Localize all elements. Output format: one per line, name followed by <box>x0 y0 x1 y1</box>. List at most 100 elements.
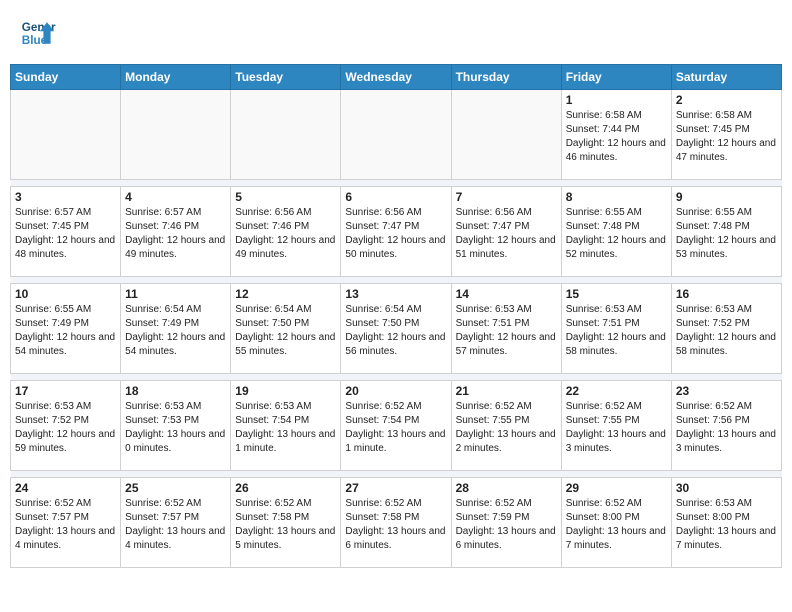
day-number: 14 <box>456 287 557 301</box>
day-number: 7 <box>456 190 557 204</box>
calendar-cell: 13 Sunrise: 6:54 AMSunset: 7:50 PMDayligh… <box>341 284 451 374</box>
day-info: Sunrise: 6:52 AMSunset: 7:57 PMDaylight:… <box>15 497 116 553</box>
calendar-cell: 12 Sunrise: 6:54 AMSunset: 7:50 PMDayligh… <box>231 284 341 374</box>
day-info: Sunrise: 6:58 AMSunset: 7:45 PMDaylight:… <box>676 109 777 165</box>
calendar-week-1: 1 Sunrise: 6:58 AMSunset: 7:44 PMDaylight… <box>11 90 782 180</box>
day-number: 4 <box>125 190 226 204</box>
day-info: Sunrise: 6:52 AMSunset: 7:59 PMDaylight:… <box>456 497 557 553</box>
calendar-cell: 11 Sunrise: 6:54 AMSunset: 7:49 PMDayligh… <box>121 284 231 374</box>
calendar-cell: 2 Sunrise: 6:58 AMSunset: 7:45 PMDaylight… <box>671 90 781 180</box>
day-number: 11 <box>125 287 226 301</box>
day-info: Sunrise: 6:57 AMSunset: 7:45 PMDaylight:… <box>15 206 116 262</box>
day-info: Sunrise: 6:52 AMSunset: 7:58 PMDaylight:… <box>345 497 446 553</box>
weekday-header-sunday: Sunday <box>11 65 121 90</box>
calendar-cell: 14 Sunrise: 6:53 AMSunset: 7:51 PMDayligh… <box>451 284 561 374</box>
day-number: 3 <box>15 190 116 204</box>
day-number: 8 <box>566 190 667 204</box>
calendar-cell: 4 Sunrise: 6:57 AMSunset: 7:46 PMDaylight… <box>121 187 231 277</box>
calendar-cell <box>11 90 121 180</box>
calendar-cell: 9 Sunrise: 6:55 AMSunset: 7:48 PMDaylight… <box>671 187 781 277</box>
day-number: 19 <box>235 384 336 398</box>
day-number: 2 <box>676 93 777 107</box>
calendar-cell <box>451 90 561 180</box>
day-number: 17 <box>15 384 116 398</box>
day-info: Sunrise: 6:52 AMSunset: 7:56 PMDaylight:… <box>676 400 777 456</box>
calendar-cell <box>121 90 231 180</box>
calendar-cell: 21 Sunrise: 6:52 AMSunset: 7:55 PMDayligh… <box>451 381 561 471</box>
calendar-cell: 23 Sunrise: 6:52 AMSunset: 7:56 PMDayligh… <box>671 381 781 471</box>
calendar-cell: 18 Sunrise: 6:53 AMSunset: 7:53 PMDayligh… <box>121 381 231 471</box>
weekday-header-friday: Friday <box>561 65 671 90</box>
day-info: Sunrise: 6:53 AMSunset: 7:52 PMDaylight:… <box>15 400 116 456</box>
calendar-cell: 24 Sunrise: 6:52 AMSunset: 7:57 PMDayligh… <box>11 478 121 568</box>
calendar-week-2: 3 Sunrise: 6:57 AMSunset: 7:45 PMDaylight… <box>11 187 782 277</box>
day-info: Sunrise: 6:52 AMSunset: 7:57 PMDaylight:… <box>125 497 226 553</box>
day-number: 12 <box>235 287 336 301</box>
row-separator <box>11 471 782 478</box>
calendar-cell: 17 Sunrise: 6:53 AMSunset: 7:52 PMDayligh… <box>11 381 121 471</box>
day-info: Sunrise: 6:53 AMSunset: 7:52 PMDaylight:… <box>676 303 777 359</box>
day-number: 9 <box>676 190 777 204</box>
day-info: Sunrise: 6:56 AMSunset: 7:46 PMDaylight:… <box>235 206 336 262</box>
row-separator <box>11 180 782 187</box>
calendar-cell: 19 Sunrise: 6:53 AMSunset: 7:54 PMDayligh… <box>231 381 341 471</box>
day-number: 1 <box>566 93 667 107</box>
day-info: Sunrise: 6:53 AMSunset: 7:53 PMDaylight:… <box>125 400 226 456</box>
day-number: 24 <box>15 481 116 495</box>
calendar-cell: 28 Sunrise: 6:52 AMSunset: 7:59 PMDayligh… <box>451 478 561 568</box>
day-info: Sunrise: 6:58 AMSunset: 7:44 PMDaylight:… <box>566 109 667 165</box>
weekday-header-saturday: Saturday <box>671 65 781 90</box>
calendar-cell: 6 Sunrise: 6:56 AMSunset: 7:47 PMDaylight… <box>341 187 451 277</box>
day-number: 29 <box>566 481 667 495</box>
day-info: Sunrise: 6:53 AMSunset: 7:51 PMDaylight:… <box>456 303 557 359</box>
day-info: Sunrise: 6:54 AMSunset: 7:50 PMDaylight:… <box>235 303 336 359</box>
day-number: 30 <box>676 481 777 495</box>
day-info: Sunrise: 6:52 AMSunset: 7:58 PMDaylight:… <box>235 497 336 553</box>
day-info: Sunrise: 6:57 AMSunset: 7:46 PMDaylight:… <box>125 206 226 262</box>
weekday-header-row: SundayMondayTuesdayWednesdayThursdayFrid… <box>11 65 782 90</box>
row-separator <box>11 374 782 381</box>
day-number: 15 <box>566 287 667 301</box>
day-info: Sunrise: 6:56 AMSunset: 7:47 PMDaylight:… <box>345 206 446 262</box>
day-info: Sunrise: 6:54 AMSunset: 7:49 PMDaylight:… <box>125 303 226 359</box>
day-number: 10 <box>15 287 116 301</box>
day-info: Sunrise: 6:52 AMSunset: 7:55 PMDaylight:… <box>566 400 667 456</box>
calendar-cell: 25Sunrise: 6:52 AMSunset: 7:57 PMDayligh… <box>121 478 231 568</box>
weekday-header-tuesday: Tuesday <box>231 65 341 90</box>
day-info: Sunrise: 6:52 AMSunset: 7:54 PMDaylight:… <box>345 400 446 456</box>
calendar-cell: 26 Sunrise: 6:52 AMSunset: 7:58 PMDayligh… <box>231 478 341 568</box>
day-number: 5 <box>235 190 336 204</box>
day-info: Sunrise: 6:55 AMSunset: 7:48 PMDaylight:… <box>676 206 777 262</box>
day-number: 26 <box>235 481 336 495</box>
day-info: Sunrise: 6:53 AMSunset: 7:51 PMDaylight:… <box>566 303 667 359</box>
calendar-cell: 7 Sunrise: 6:56 AMSunset: 7:47 PMDaylight… <box>451 187 561 277</box>
weekday-header-monday: Monday <box>121 65 231 90</box>
day-number: 21 <box>456 384 557 398</box>
calendar-cell: 16Sunrise: 6:53 AMSunset: 7:52 PMDayligh… <box>671 284 781 374</box>
day-number: 22 <box>566 384 667 398</box>
day-number: 6 <box>345 190 446 204</box>
logo-icon: General Blue <box>20 15 56 51</box>
weekday-header-wednesday: Wednesday <box>341 65 451 90</box>
day-number: 28 <box>456 481 557 495</box>
calendar-cell: 29 Sunrise: 6:52 AMSunset: 8:00 PMDayligh… <box>561 478 671 568</box>
row-separator <box>11 277 782 284</box>
day-info: Sunrise: 6:53 AMSunset: 7:54 PMDaylight:… <box>235 400 336 456</box>
day-number: 23 <box>676 384 777 398</box>
day-number: 13 <box>345 287 446 301</box>
day-info: Sunrise: 6:55 AMSunset: 7:49 PMDaylight:… <box>15 303 116 359</box>
calendar-cell: 30Sunrise: 6:53 AMSunset: 8:00 PMDayligh… <box>671 478 781 568</box>
calendar-week-5: 24 Sunrise: 6:52 AMSunset: 7:57 PMDayligh… <box>11 478 782 568</box>
page-header: General Blue <box>10 10 782 56</box>
day-info: Sunrise: 6:54 AMSunset: 7:50 PMDaylight:… <box>345 303 446 359</box>
day-info: Sunrise: 6:52 AMSunset: 7:55 PMDaylight:… <box>456 400 557 456</box>
day-info: Sunrise: 6:52 AMSunset: 8:00 PMDaylight:… <box>566 497 667 553</box>
day-info: Sunrise: 6:56 AMSunset: 7:47 PMDaylight:… <box>456 206 557 262</box>
day-number: 18 <box>125 384 226 398</box>
calendar-cell: 1 Sunrise: 6:58 AMSunset: 7:44 PMDaylight… <box>561 90 671 180</box>
day-number: 27 <box>345 481 446 495</box>
calendar-cell: 8Sunrise: 6:55 AMSunset: 7:48 PMDaylight… <box>561 187 671 277</box>
weekday-header-thursday: Thursday <box>451 65 561 90</box>
calendar-week-4: 17 Sunrise: 6:53 AMSunset: 7:52 PMDayligh… <box>11 381 782 471</box>
calendar-cell <box>231 90 341 180</box>
